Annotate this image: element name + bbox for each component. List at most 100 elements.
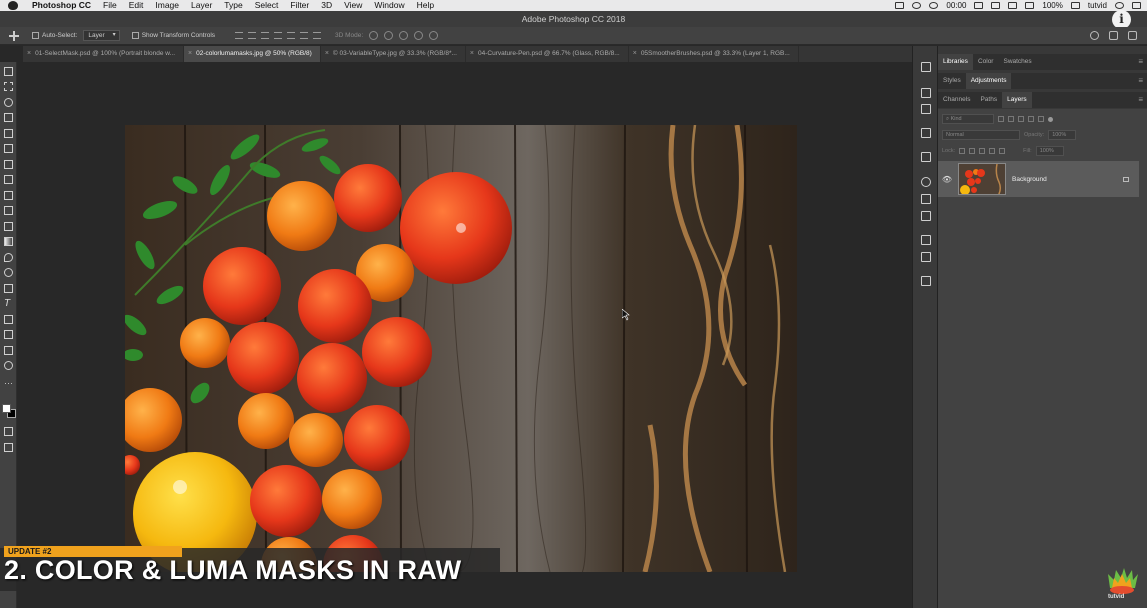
gradient-tool[interactable] (3, 236, 14, 247)
pen-tool[interactable] (3, 283, 14, 294)
adjustments-icon[interactable] (921, 88, 931, 98)
tab-curvature-pen[interactable]: × 04-Curvature-Pen.psd @ 66.7% (Glass, RG… (466, 46, 629, 62)
shape-tool[interactable] (3, 329, 14, 340)
screen-record-icon[interactable] (895, 2, 905, 9)
3d-roll-icon[interactable] (384, 31, 394, 40)
layer-name[interactable]: Background (1012, 176, 1047, 183)
close-icon[interactable]: × (27, 46, 31, 62)
character-styles-icon[interactable] (921, 252, 931, 262)
apple-logo-icon[interactable] (8, 1, 18, 10)
paragraph-icon[interactable] (921, 235, 931, 245)
tab-channels[interactable]: Channels (938, 92, 975, 108)
time-machine-icon[interactable] (912, 2, 922, 9)
tab-variable-type[interactable]: × © 03-VariableType.jpg @ 33.3% (RGB/8*..… (321, 46, 466, 62)
tab-color-luma-masks[interactable]: × 02-colorlumamasks.jpg @ 50% (RGB/8) (184, 46, 321, 62)
tab-adjustments[interactable]: Adjustments (965, 73, 1012, 89)
align-vcenter-icon[interactable] (248, 32, 257, 39)
lock-transparency-icon[interactable] (959, 148, 966, 154)
share-icon[interactable] (1128, 31, 1137, 40)
3d-scale-icon[interactable] (429, 31, 439, 40)
spotlight-search-icon[interactable] (1115, 2, 1124, 9)
info-panel-icon[interactable] (921, 177, 931, 187)
3d-orbit-icon[interactable] (369, 31, 379, 40)
align-top-icon[interactable] (235, 32, 244, 39)
3d-slide-icon[interactable] (414, 31, 424, 40)
close-icon[interactable]: × (470, 46, 474, 62)
filter-kind-dropdown[interactable]: ⌕ Kind (942, 114, 994, 124)
menu-file[interactable]: File (97, 0, 123, 11)
layer-comps-icon[interactable] (921, 276, 931, 286)
history-brush-tool[interactable] (3, 205, 14, 216)
healing-tool[interactable] (3, 159, 14, 170)
move-tool-icon[interactable] (8, 30, 20, 42)
menu-edit[interactable]: Edit (123, 0, 150, 11)
volume-icon[interactable] (1025, 2, 1035, 9)
edit-toolbar-button[interactable]: ··· (3, 379, 14, 391)
clock-readout[interactable]: 00:00 (946, 1, 966, 10)
visibility-eye-icon[interactable]: 👁 (938, 175, 956, 184)
align-right-icon[interactable] (300, 32, 309, 39)
close-icon[interactable]: × (325, 46, 329, 62)
quick-mask-button[interactable] (3, 426, 14, 437)
move-tool[interactable] (3, 66, 14, 77)
menu-3d[interactable]: 3D (315, 0, 338, 11)
tab-swatches[interactable]: Swatches (998, 54, 1036, 70)
clone-stamp-tool[interactable] (3, 190, 14, 201)
lock-all-icon[interactable] (999, 148, 1006, 154)
color-swatches[interactable] (2, 404, 16, 418)
panel-menu-icon[interactable]: ≡ (1138, 92, 1143, 108)
align-left-icon[interactable] (274, 32, 283, 39)
marquee-tool[interactable] (3, 81, 14, 92)
align-hcenter-icon[interactable] (287, 32, 296, 39)
menu-select[interactable]: Select (249, 0, 285, 11)
foreground-color[interactable] (2, 404, 11, 413)
dodge-tool[interactable] (3, 267, 14, 278)
hand-tool[interactable] (3, 345, 14, 356)
lock-paint-icon[interactable] (969, 148, 976, 154)
auto-select-dropdown[interactable]: Layer (83, 30, 120, 41)
distribute-icon[interactable] (313, 32, 322, 39)
menu-view[interactable]: View (338, 0, 368, 11)
document-image[interactable] (125, 125, 797, 572)
type-tool[interactable]: T (3, 298, 14, 309)
tab-layers[interactable]: Layers (1002, 92, 1032, 108)
filter-shape-icon[interactable] (1028, 116, 1034, 122)
notes-icon[interactable] (921, 211, 931, 221)
3d-icon[interactable] (921, 128, 931, 138)
panel-menu-icon[interactable]: ≡ (1138, 54, 1143, 70)
eyedropper-tool[interactable] (3, 143, 14, 154)
character-icon[interactable] (921, 104, 931, 114)
menu-app-name[interactable]: Photoshop CC (26, 0, 97, 11)
lock-artboard-icon[interactable] (989, 148, 996, 154)
notification-list-icon[interactable] (1132, 2, 1141, 9)
filter-adjust-icon[interactable] (1008, 116, 1014, 122)
filter-toggle-icon[interactable] (1048, 116, 1053, 122)
properties-icon[interactable] (921, 194, 931, 204)
filter-type-icon[interactable] (1018, 116, 1024, 122)
workspace-icon[interactable] (1109, 31, 1118, 40)
path-select-tool[interactable] (3, 314, 14, 325)
fill-field[interactable]: 100% (1035, 146, 1064, 156)
libraries-icon[interactable] (921, 62, 931, 72)
screen-mode-button[interactable] (3, 442, 14, 453)
layer-row-background[interactable]: 👁 Background (938, 161, 1139, 197)
tab-libraries[interactable]: Libraries (938, 54, 973, 70)
align-bottom-icon[interactable] (261, 32, 270, 39)
dropbox-icon[interactable] (974, 2, 984, 9)
search-icon[interactable] (1090, 31, 1099, 40)
brush-tool[interactable] (3, 174, 14, 185)
tab-color[interactable]: Color (973, 54, 999, 70)
blur-tool[interactable] (3, 252, 14, 263)
lock-position-icon[interactable] (979, 148, 986, 154)
menu-layer[interactable]: Layer (185, 0, 218, 11)
quick-select-tool[interactable] (3, 112, 14, 123)
filter-pixel-icon[interactable] (998, 116, 1004, 122)
canvas-area[interactable] (17, 62, 912, 608)
wifi-icon[interactable] (1008, 2, 1018, 9)
crop-tool[interactable] (3, 128, 14, 139)
battery-percent[interactable]: 100% (1042, 1, 1062, 10)
eraser-tool[interactable] (3, 221, 14, 232)
tab-styles[interactable]: Styles (938, 73, 966, 89)
menu-window[interactable]: Window (368, 0, 410, 11)
zoom-tool[interactable] (3, 360, 14, 371)
